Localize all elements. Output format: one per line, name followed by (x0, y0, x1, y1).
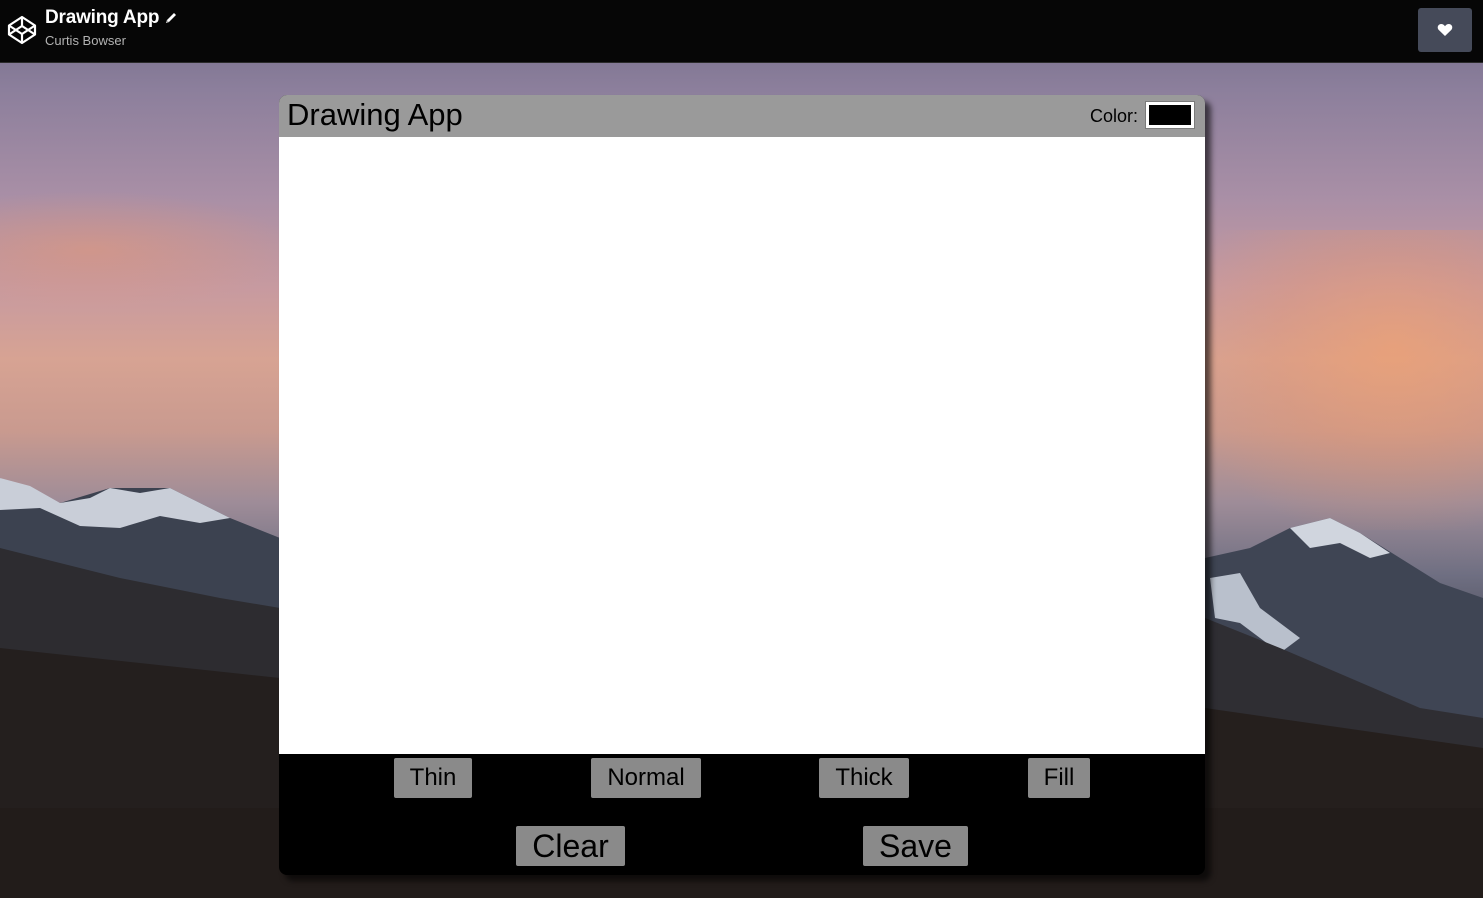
sky-glow-left (0, 190, 300, 310)
normal-button[interactable]: Normal (591, 758, 701, 798)
color-label: Color: (1090, 106, 1139, 126)
color-picker[interactable] (1145, 101, 1195, 129)
pen-title: Drawing App (45, 7, 160, 28)
like-button[interactable] (1418, 8, 1472, 52)
drawing-app-window: Drawing App Color: Thin Normal Thick Fil… (279, 95, 1205, 875)
thick-button[interactable]: Thick (819, 758, 909, 798)
thin-button[interactable]: Thin (394, 758, 472, 798)
drawing-canvas[interactable] (279, 137, 1205, 754)
author-name[interactable]: Curtis Bowser (45, 33, 126, 48)
fill-button[interactable]: Fill (1028, 758, 1090, 798)
clear-button[interactable]: Clear (516, 826, 625, 866)
app-header: Drawing App Color: (279, 95, 1205, 137)
top-bar: Drawing App Curtis Bowser (0, 0, 1483, 63)
app-title: Drawing App (287, 97, 463, 132)
heart-icon (1437, 24, 1453, 36)
save-button[interactable]: Save (863, 826, 968, 866)
codepen-logo-icon[interactable] (6, 14, 38, 46)
pencil-icon[interactable] (164, 11, 178, 25)
